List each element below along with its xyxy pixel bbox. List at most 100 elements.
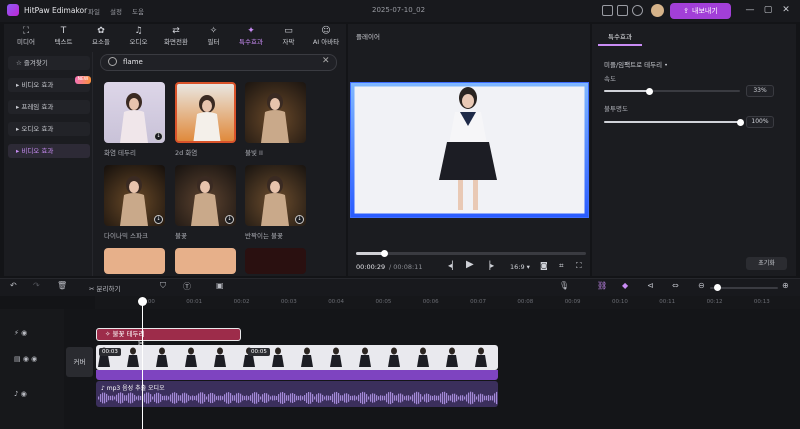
download-icon[interactable]: ↓ <box>295 215 304 224</box>
tab-audio[interactable]: ♫ 오디오 <box>119 26 159 48</box>
download-icon[interactable] <box>632 5 643 16</box>
export-button[interactable]: ⇪ 내보내기 <box>670 3 731 19</box>
tab-text[interactable]: T 텍스트 <box>44 26 84 48</box>
sidebar-item-frame-effect[interactable]: ▸ 프레임 효과 <box>8 100 90 114</box>
sidebar-item-favorites[interactable]: ☆ 즐겨찾기 <box>8 56 90 70</box>
minimize-icon[interactable]: — <box>744 4 756 16</box>
speed-fill <box>604 90 649 92</box>
effect-clip[interactable]: ✧ 불꽃 테두리 <box>96 328 241 341</box>
prev-frame-icon[interactable]: ◂▏ <box>448 261 458 270</box>
layout-icon[interactable] <box>602 5 613 16</box>
effect-thumbnail[interactable] <box>245 248 306 274</box>
reset-button[interactable]: 초기화 <box>746 257 787 270</box>
effect-clip-icon: ✧ <box>105 330 113 338</box>
video-track-icon: ▤ ◉ ◉ <box>14 355 38 363</box>
effect-label: 불꽃 <box>175 232 187 240</box>
tab-effect[interactable]: ✦ 특수효과 <box>231 26 271 48</box>
tab-media[interactable]: ⛶ 미디어 <box>6 26 46 48</box>
fit-icon[interactable]: ⇔ <box>672 281 679 290</box>
avatar[interactable] <box>651 4 664 17</box>
effect-thumbnail[interactable] <box>245 82 306 143</box>
media-icon: ⛶ <box>22 26 30 36</box>
progress-track[interactable] <box>356 252 586 255</box>
clear-search-icon[interactable]: ✕ <box>322 56 330 66</box>
next-frame-icon[interactable]: ▕▸ <box>484 261 494 270</box>
link-icon[interactable]: ⛓ <box>597 281 607 290</box>
video-clip-time-2: 00:05 <box>248 348 270 356</box>
ruler-tick: 00:13 <box>753 299 770 305</box>
ruler-tick: 00:10 <box>612 299 628 305</box>
effect-thumbnail[interactable] <box>175 82 236 143</box>
redo-icon[interactable]: ↷ <box>33 281 40 290</box>
effect-thumbnail[interactable] <box>175 248 236 274</box>
delete-icon[interactable]: 🗑 <box>57 281 67 290</box>
tab-subtitle[interactable]: ▭ 자막 <box>269 26 309 48</box>
ruler-tick: 00:06 <box>422 299 439 305</box>
zoom-handle[interactable] <box>714 284 721 291</box>
ruler-tick: 00:11 <box>659 299 676 305</box>
sidebar-item-audio-effect[interactable]: ▸ 오디오 효과 <box>8 122 90 136</box>
close-icon[interactable]: ✕ <box>780 4 792 16</box>
playhead-handle[interactable] <box>138 297 147 306</box>
tab-label: 텍스트 <box>54 38 73 46</box>
effect-icon: ✦ <box>247 26 255 36</box>
search-icon <box>108 57 117 66</box>
tab-effect[interactable]: 특수효과 <box>598 30 642 46</box>
split-label: 분리하기 <box>96 285 121 293</box>
speed-value[interactable]: 33% <box>746 85 774 97</box>
video-clip[interactable] <box>96 345 498 370</box>
maximize-icon[interactable]: ▢ <box>762 4 774 16</box>
feedback-icon[interactable] <box>617 5 628 16</box>
snapshot-icon[interactable]: ◙ <box>540 261 548 270</box>
progress-handle[interactable] <box>380 250 388 257</box>
speed-handle[interactable] <box>645 88 653 95</box>
sidebar-label: 비디오 효과 <box>21 147 54 155</box>
play-icon[interactable]: ▶ <box>466 259 474 270</box>
cover-button[interactable]: 커버 <box>66 347 93 377</box>
video-preview[interactable] <box>349 81 590 219</box>
menu-file[interactable]: 파일 <box>88 6 100 16</box>
tab-element[interactable]: ✿ 요소들 <box>81 26 121 48</box>
tab-transition[interactable]: ⇄ 화면전환 <box>156 26 196 48</box>
project-title: 2025-07-10_02 <box>372 6 426 14</box>
tab-filter[interactable]: ✧ 필터 <box>194 26 234 48</box>
download-icon[interactable]: ↓ <box>154 215 163 224</box>
image-icon[interactable]: ▣ <box>216 281 224 290</box>
effect-label: 반짝이는 불꽃 <box>245 232 283 240</box>
opacity-handle[interactable] <box>737 119 744 126</box>
sidebar-label: 비디오 효과 <box>21 81 54 89</box>
tab-ai-avatar[interactable]: ☺ AI 아바타 <box>306 26 346 48</box>
crop-icon[interactable]: ⌗ <box>559 261 564 271</box>
menu-help[interactable]: 도움 <box>132 6 144 16</box>
text-icon: T <box>60 26 67 36</box>
ruler-tick: 00:03 <box>280 299 297 305</box>
current-time: 00:00:29 <box>356 263 386 271</box>
trim-icon[interactable]: ⊲ <box>647 281 654 290</box>
video-clip-audio-bar <box>96 370 498 380</box>
zoom-in-icon[interactable]: ⊕ <box>782 281 789 290</box>
tab-label: 자막 <box>282 38 295 46</box>
menu-settings[interactable]: 설정 <box>110 6 122 16</box>
sidebar-item-video-effect-active[interactable]: ▸ 비디오 효과 <box>8 144 90 158</box>
ruler-tick: 00:09 <box>564 299 581 305</box>
scissors-icon[interactable]: ✂ <box>138 339 145 348</box>
progress-fill <box>356 252 384 255</box>
playhead[interactable] <box>142 298 143 429</box>
undo-icon[interactable]: ↶ <box>10 281 17 290</box>
text-tool-icon[interactable]: Ⓣ <box>183 281 191 292</box>
download-icon[interactable]: ↓ <box>225 215 234 224</box>
mic-icon[interactable]: 🎙 <box>559 281 569 290</box>
video-clip-thumbnails <box>98 347 487 367</box>
speed-label: 속도 <box>604 75 616 83</box>
tab-label: AI 아바타 <box>312 38 340 46</box>
effect-thumbnail[interactable] <box>104 248 165 274</box>
zoom-out-icon[interactable]: ⊖ <box>698 281 705 290</box>
aspect-ratio-select[interactable]: 16:9 ▾ <box>510 263 530 271</box>
snap-icon[interactable]: ◆ <box>622 281 628 290</box>
fullscreen-icon[interactable]: ⛶ <box>576 261 582 271</box>
opacity-value[interactable]: 100% <box>746 116 774 128</box>
player-title: 플레이어 <box>356 33 380 41</box>
split-button[interactable]: ✂ 분리하기 <box>89 283 120 293</box>
shield-icon[interactable]: ⛉ <box>160 281 166 291</box>
download-icon[interactable]: ↓ <box>154 132 163 141</box>
